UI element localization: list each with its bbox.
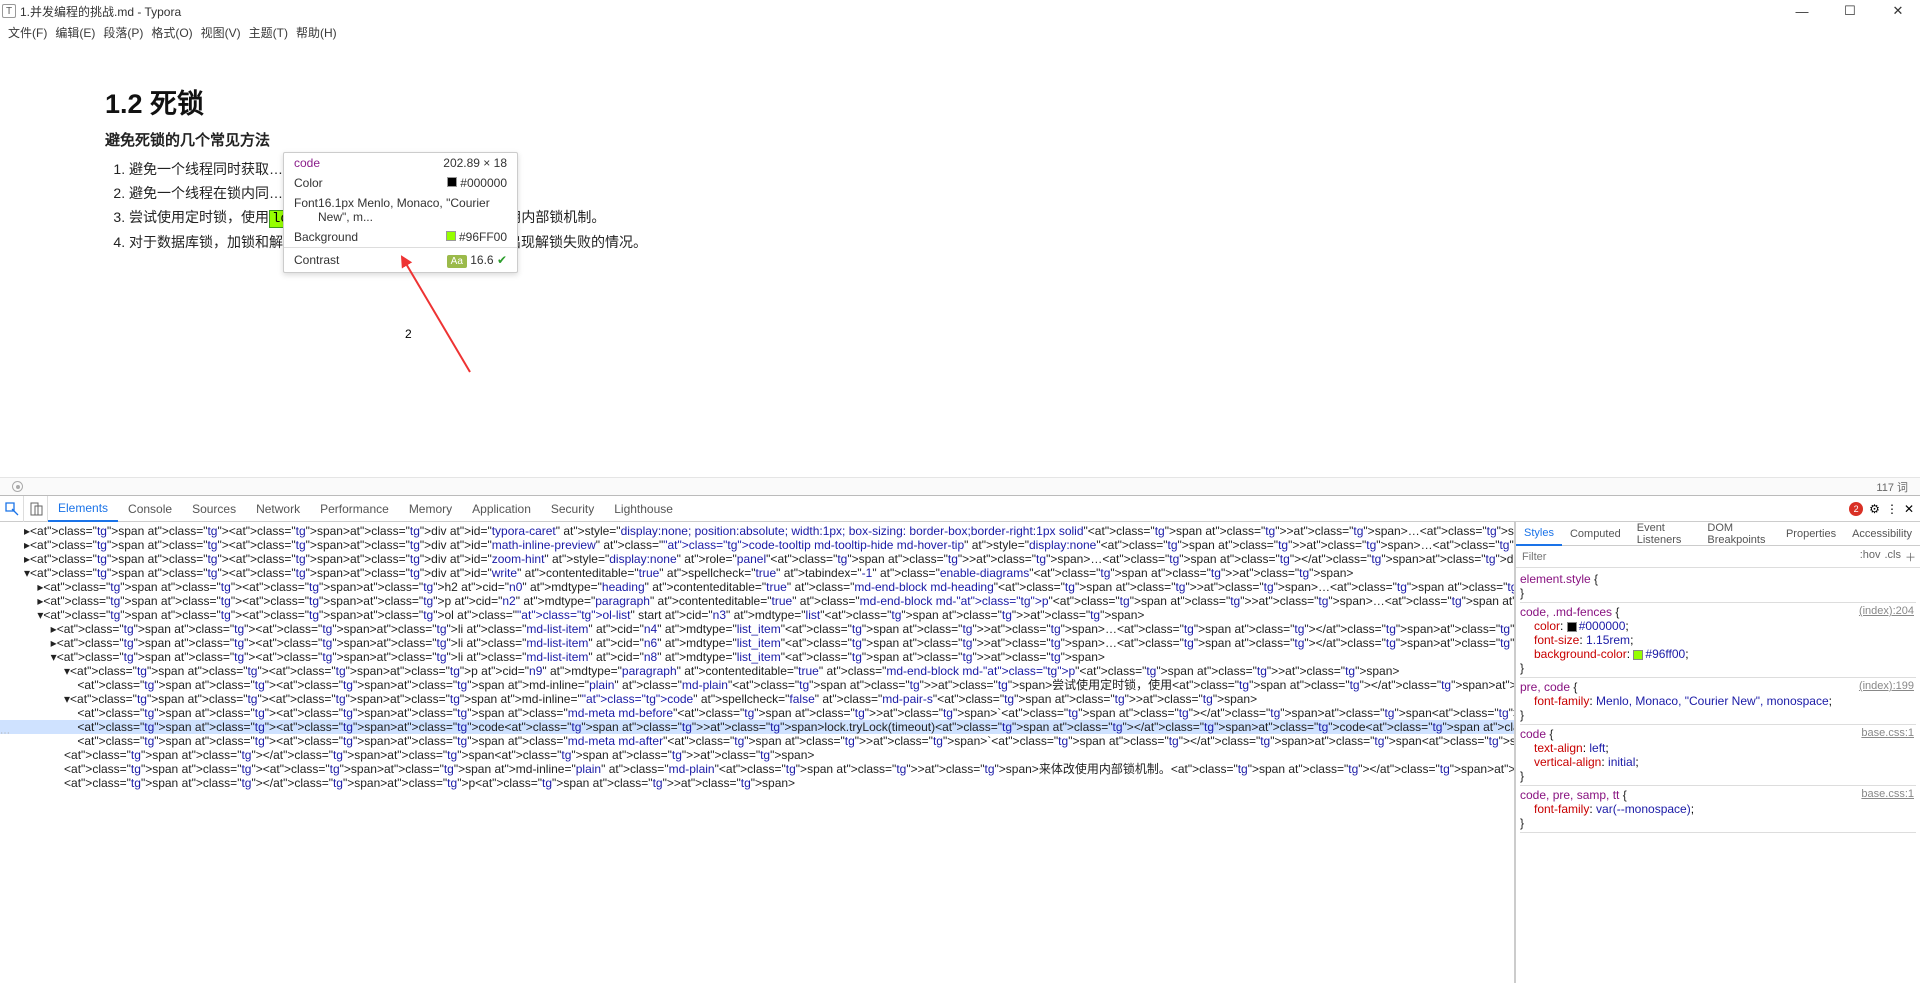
dom-line[interactable]: ▸<at">class="tg">span at">class="tg"><at… [0,622,1514,636]
tooltip-row: Color#000000 [284,173,517,193]
styles-rules[interactable]: element.style {}(index):204code, .md-fen… [1516,568,1920,983]
minimize-button[interactable]: — [1788,4,1816,19]
dom-line[interactable]: <at">class="tg">span at">class="tg"><at"… [0,762,1514,776]
maximize-button[interactable]: ☐ [1836,3,1864,19]
dom-line[interactable]: <at">class="tg">span at">class="tg"></at… [0,748,1514,762]
menu-item[interactable]: 帮助(H) [296,24,337,41]
dom-line[interactable]: ▸<at">class="tg">span at">class="tg"><at… [0,524,1514,538]
rule-source-link[interactable]: base.css:1 [1861,727,1914,739]
word-count: 117 词 [1876,479,1908,495]
tooltip-tag: code [294,156,320,170]
dom-line[interactable]: ▸<at">class="tg">span at">class="tg"><at… [0,580,1514,594]
styles-side-tab[interactable]: Computed [1562,522,1629,546]
devtools-tab[interactable]: Elements [48,496,118,522]
close-devtools-button[interactable]: ✕ [1904,502,1914,516]
devtools-tab[interactable]: Application [462,496,541,522]
devtools-panel: ElementsConsoleSourcesNetworkPerformance… [0,495,1920,983]
devtools-tab[interactable]: Sources [182,496,246,522]
devtools-tab[interactable]: Network [246,496,310,522]
rule-source-link[interactable]: base.css:1 [1861,788,1914,800]
dom-line[interactable]: <at">class="tg">span at">class="tg"><at"… [0,678,1514,692]
styles-side-tab[interactable]: Properties [1778,522,1844,546]
dom-line[interactable]: <at">class="tg">span at">class="tg"></at… [0,776,1514,790]
doc-heading: 1.2 死锁 [105,82,1815,121]
dom-tree[interactable]: ⋯ ▸<at">class="tg">span at">class="tg"><… [0,522,1515,983]
devtools-tab[interactable]: Console [118,496,182,522]
styles-side-tab[interactable]: Event Listeners [1629,522,1700,546]
css-rule[interactable]: element.style {} [1520,570,1916,603]
menu-item[interactable]: 段落(P) [103,24,143,41]
dom-line[interactable]: ▾<at">class="tg">span at">class="tg"><at… [0,608,1514,622]
tooltip-row: Background#96FF00 [284,227,517,247]
devtools-tab[interactable]: Performance [310,496,399,522]
devtools-tab[interactable]: Lighthouse [604,496,683,522]
css-rule[interactable]: (index):199pre, code {font-family: Menlo… [1520,678,1916,725]
dom-line[interactable]: <at">class="tg">span at">class="tg"><at"… [0,706,1514,720]
editor-area[interactable]: 1.2 死锁 避免死锁的几个常见方法 避免一个线程同时获取……避免一个线程在锁内… [0,42,1920,495]
menu-item[interactable]: 文件(F) [8,24,47,41]
dom-line[interactable]: ▸<at">class="tg">span at">class="tg"><at… [0,594,1514,608]
devtools-tab[interactable]: Memory [399,496,462,522]
menu-item[interactable]: 视图(V) [201,24,241,41]
rule-source-link[interactable]: (index):199 [1859,680,1914,692]
annot-2: 2 [405,327,412,341]
error-badge[interactable]: 2 [1849,502,1863,516]
annotation-arrow-3 [1000,291,1140,495]
css-rule[interactable]: (index):204code, .md-fences {color: #000… [1520,603,1916,678]
dom-line[interactable]: ▾<at">class="tg">span at">class="tg"><at… [0,566,1514,580]
hov-toggle[interactable]: :hov [1860,549,1881,565]
dom-line[interactable]: <at">class="tg">span at">class="tg"><at"… [0,734,1514,748]
dom-line[interactable]: ▾<at">class="tg">span at">class="tg"><at… [0,650,1514,664]
status-dot-icon[interactable] [12,481,23,492]
dom-line[interactable]: <at">class="tg">span at">class="tg"><at"… [0,720,1514,734]
contrast-aa-badge: Aa [447,255,467,268]
devtools-tab[interactable]: Security [541,496,604,522]
dom-line[interactable]: ▸<at">class="tg">span at">class="tg"><at… [0,538,1514,552]
styles-side-tab[interactable]: Styles [1516,522,1562,546]
menu-item[interactable]: 格式(O) [151,24,192,41]
dom-line[interactable]: ▾<at">class="tg">span at">class="tg"><at… [0,692,1514,706]
dom-line[interactable]: ▸<at">class="tg">span at">class="tg"><at… [0,552,1514,566]
element-inspector-tooltip: code 202.89 × 18 Color#000000Font16.1px M… [283,152,518,273]
doc-subtitle: 避免死锁的几个常见方法 [105,129,1815,150]
css-rule[interactable]: base.css:1code, pre, samp, tt {font-fami… [1520,786,1916,833]
menu-item[interactable]: 编辑(E) [55,24,95,41]
device-toggle-button[interactable] [24,496,48,522]
tooltip-contrast-label: Contrast [294,253,339,267]
css-rule[interactable]: base.css:1code {text-align: left;vertica… [1520,725,1916,786]
dom-line[interactable]: ▸<at">class="tg">span at">class="tg"><at… [0,636,1514,650]
app-icon: T [2,4,16,18]
rule-source-link[interactable]: (index):204 [1859,605,1914,617]
menu-item[interactable]: 主题(T) [249,24,288,41]
styles-filter-input[interactable] [1516,551,1856,563]
more-icon[interactable]: ⋮ [1886,502,1898,516]
styles-side-tab[interactable]: Accessibility [1844,522,1920,546]
styles-side-tab[interactable]: DOM Breakpoints [1699,522,1778,546]
tooltip-row: Font16.1px Menlo, Monaco, "Courier New",… [284,193,517,227]
new-style-button[interactable]: ＋ [1905,549,1916,565]
cls-toggle[interactable]: .cls [1885,549,1902,565]
dom-line[interactable]: ▾<at">class="tg">span at">class="tg"><at… [0,664,1514,678]
window-title: 1.并发编程的挑战.md - Typora [20,3,181,20]
close-button[interactable]: ✕ [1884,3,1912,19]
settings-icon[interactable]: ⚙ [1869,502,1880,516]
check-icon: ✔ [497,253,507,267]
tooltip-size: 202.89 × 18 [443,156,507,170]
inspect-element-button[interactable] [0,496,24,522]
